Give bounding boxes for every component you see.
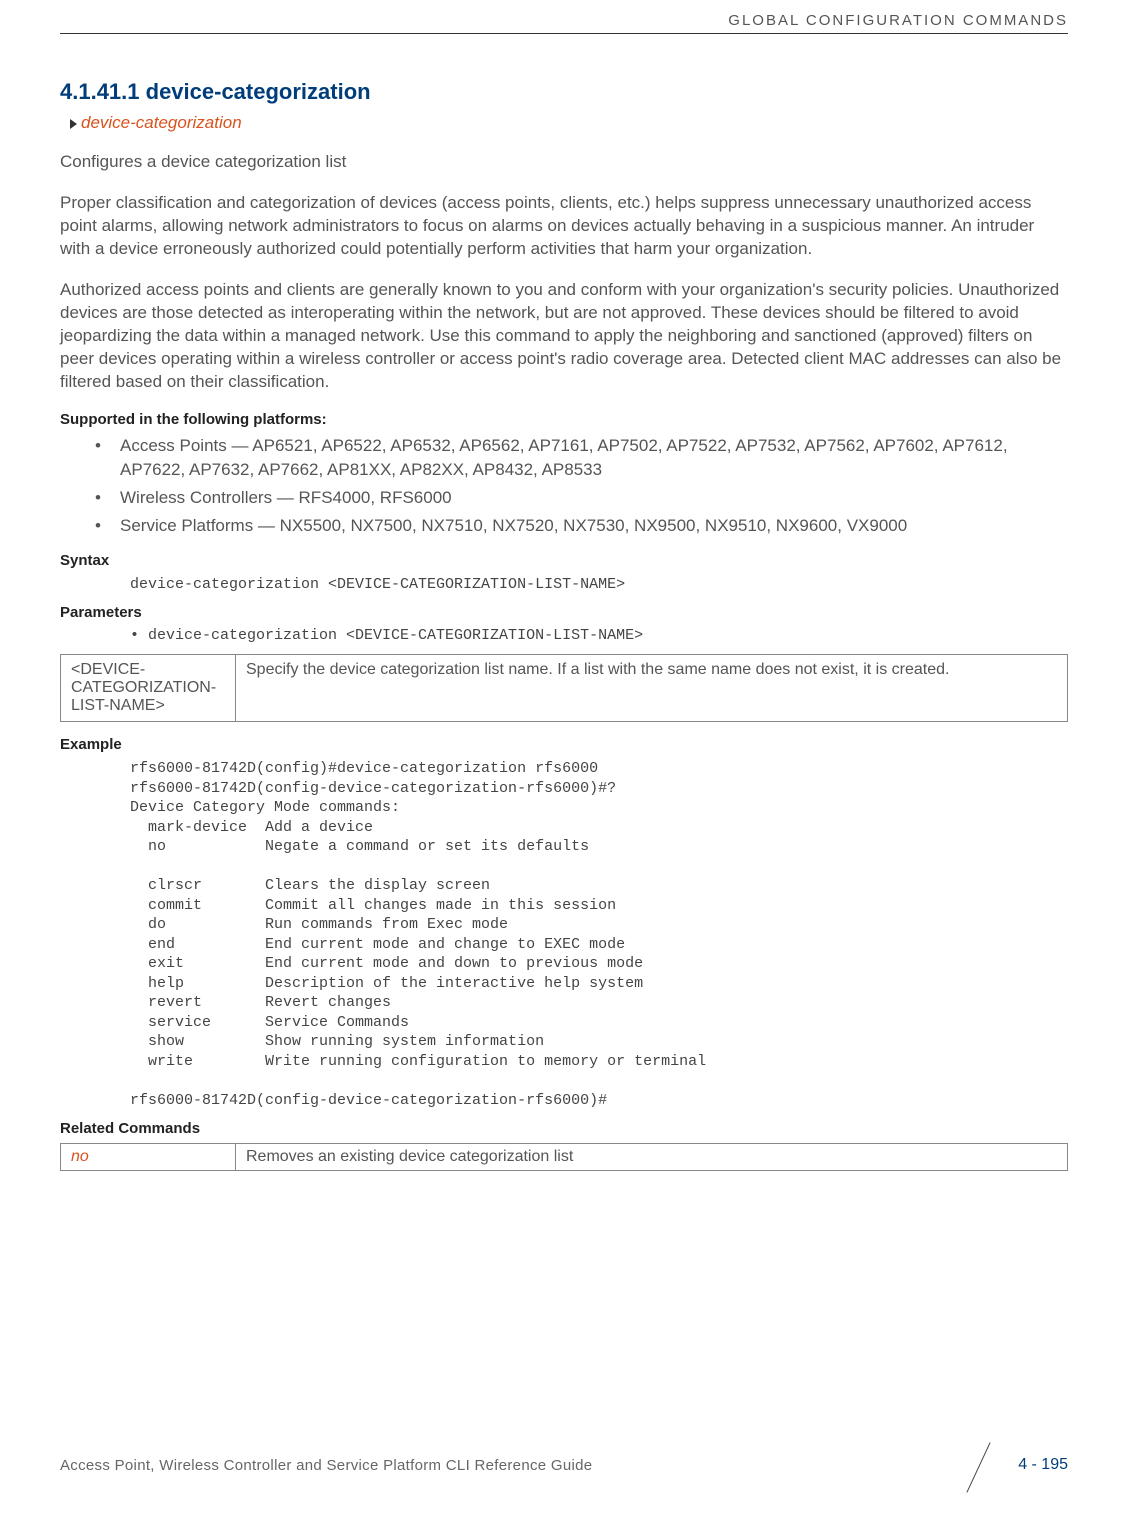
example-heading: Example	[60, 736, 1068, 753]
table-row: <DEVICE-CATEGORIZATION-LIST-NAME> Specif…	[61, 655, 1068, 722]
footer-divider-icon	[958, 1445, 998, 1485]
list-item: Service Platforms — NX5500, NX7500, NX75…	[60, 514, 1068, 538]
list-item: Access Points — AP6521, AP6522, AP6532, …	[60, 434, 1068, 482]
parameters-bullet: • device-categorization <DEVICE-CATEGORI…	[130, 627, 1068, 644]
footer-right: 4 - 195	[958, 1445, 1068, 1485]
page-footer: Access Point, Wireless Controller and Se…	[60, 1445, 1068, 1485]
related-table: no Removes an existing device categoriza…	[60, 1143, 1068, 1171]
syntax-heading: Syntax	[60, 552, 1068, 569]
header-rule	[60, 33, 1068, 34]
syntax-code: device-categorization <DEVICE-CATEGORIZA…	[130, 575, 1068, 595]
intro-text: Configures a device categorization list	[60, 151, 1068, 174]
page-number: 4 - 195	[1018, 1456, 1068, 1474]
supported-heading: Supported in the following platforms:	[60, 411, 1068, 428]
example-code: rfs6000-81742D(config)#device-categoriza…	[130, 759, 1068, 1110]
paragraph-1: Proper classification and categorization…	[60, 192, 1068, 261]
related-heading: Related Commands	[60, 1120, 1068, 1137]
arrow-icon	[70, 119, 77, 129]
param-name: <DEVICE-CATEGORIZATION-LIST-NAME>	[61, 655, 236, 722]
parameters-heading: Parameters	[60, 604, 1068, 621]
section-title: 4.1.41.1 device-categorization	[60, 79, 1068, 105]
footer-title: Access Point, Wireless Controller and Se…	[60, 1457, 592, 1474]
breadcrumb-text: device-categorization	[81, 113, 242, 132]
header-context: GLOBAL CONFIGURATION COMMANDS	[60, 0, 1068, 29]
breadcrumb: device-categorization	[70, 113, 1068, 133]
related-desc: Removes an existing device categorizatio…	[236, 1144, 1068, 1171]
supported-list: Access Points — AP6521, AP6522, AP6532, …	[60, 434, 1068, 537]
list-item: Wireless Controllers — RFS4000, RFS6000	[60, 486, 1068, 510]
paragraph-2: Authorized access points and clients are…	[60, 279, 1068, 394]
parameters-table: <DEVICE-CATEGORIZATION-LIST-NAME> Specif…	[60, 654, 1068, 722]
table-row: no Removes an existing device categoriza…	[61, 1144, 1068, 1171]
param-desc: Specify the device categorization list n…	[236, 655, 1068, 722]
related-cmd: no	[61, 1144, 236, 1171]
